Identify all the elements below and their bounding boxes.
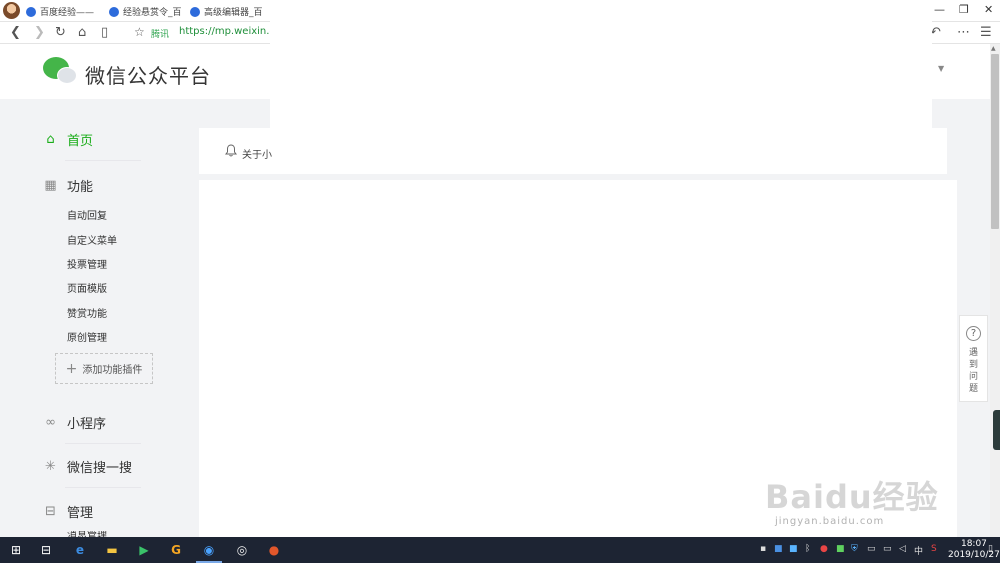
nav-wechat-search[interactable]: ✳ 微信搜一搜	[43, 457, 132, 476]
nav-original-manage[interactable]: 原创管理	[67, 329, 107, 344]
nav-reward[interactable]: 赞赏功能	[67, 305, 107, 320]
media-player-icon[interactable]: ▶	[134, 540, 154, 560]
scrollbar[interactable]: ▲	[990, 44, 1000, 537]
divider	[65, 443, 141, 444]
user-avatar[interactable]	[3, 2, 20, 19]
shield-icon[interactable]: ⛨	[851, 544, 858, 554]
divider	[65, 160, 141, 161]
link-icon: ∞	[45, 415, 56, 430]
more-icon[interactable]: ⋯	[957, 25, 970, 40]
nav-home[interactable]: ⌂ 首页	[43, 130, 93, 149]
scroll-up-icon[interactable]: ▲	[991, 45, 996, 52]
browser-tab-3[interactable]: 高级编辑器_百	[190, 2, 270, 21]
inbox-icon: ⊟	[45, 504, 56, 519]
taskbar: ⊞ ⊟ e ▬ ▶ G ◉ ◎ ● ▪ ■ ■ ᛒ ● ■ ⛨ ▭ ▭ ◁ 中 …	[0, 537, 1000, 563]
refresh-icon[interactable]: ↻	[55, 25, 66, 40]
baidu-watermark: Baidu经验 jingyan.baidu.com	[765, 478, 939, 527]
notification-icon[interactable]: ▯	[988, 544, 993, 554]
back-icon[interactable]: ❮	[10, 25, 21, 40]
wechat-logo-icon	[43, 57, 77, 85]
ime-indicator[interactable]: 中	[914, 544, 923, 557]
tray-app-icon[interactable]: ■	[774, 544, 783, 554]
divider	[65, 487, 141, 488]
nav-auto-reply[interactable]: 自动回复	[67, 207, 107, 222]
scroll-thumb[interactable]	[991, 54, 999, 229]
tray-app-icon[interactable]: ▪	[760, 544, 766, 554]
notice-text: 关于小	[242, 150, 272, 161]
add-plugin-button[interactable]: + 添加功能插件	[55, 353, 153, 384]
chrome-icon[interactable]: ◎	[232, 540, 252, 560]
bell-icon	[225, 144, 237, 157]
volume-icon[interactable]: ◁	[899, 544, 906, 554]
question-icon: ?	[966, 326, 981, 341]
nav-custom-menu[interactable]: 自定义菜单	[67, 232, 117, 247]
site-tag: 腾讯	[151, 30, 170, 40]
bluetooth-icon[interactable]: ᛒ	[805, 544, 810, 554]
reader-icon[interactable]: ▯	[101, 25, 108, 40]
account-dropdown-icon[interactable]: ▼	[938, 64, 944, 73]
windows-start-icon[interactable]: ⊞	[6, 540, 26, 560]
grid-icon: ▦	[44, 178, 57, 193]
network-icon[interactable]: ▭	[883, 544, 892, 554]
sidebar: ⌂ 首页 ▦ 功能 自动回复 自定义菜单 投票管理 页面模版 赞赏功能 原创管理…	[0, 99, 196, 537]
file-explorer-icon[interactable]: ▬	[102, 540, 122, 560]
help-label: 遇到问题	[968, 348, 978, 394]
nav-features[interactable]: ▦ 功能	[43, 176, 93, 195]
tray-app-icon[interactable]: ●	[820, 544, 828, 554]
close-icon[interactable]: ✕	[984, 3, 993, 16]
restore-icon[interactable]: ❐	[959, 3, 969, 16]
powerpoint-icon[interactable]: ●	[264, 540, 284, 560]
sparkle-icon: ✳	[45, 459, 56, 474]
baidu-paw-icon	[26, 6, 36, 17]
g-app-icon[interactable]: G	[166, 540, 186, 560]
nav-mini-program[interactable]: ∞ 小程序	[43, 413, 106, 432]
nav-vote-manage[interactable]: 投票管理	[67, 256, 107, 271]
tray-app-icon[interactable]: ■	[836, 544, 845, 554]
baidu-paw-icon	[109, 6, 119, 17]
forward-icon[interactable]: ❯	[34, 25, 45, 40]
edge-icon[interactable]: e	[70, 540, 90, 560]
nav-manage[interactable]: ⊟ 管理	[43, 502, 93, 521]
tray-app-icon[interactable]: ▭	[867, 544, 876, 554]
plus-icon: +	[65, 360, 78, 377]
side-drawer-handle[interactable]	[993, 410, 1000, 450]
browser-app-icon[interactable]: ◉	[199, 540, 219, 560]
tray-app-icon[interactable]: ■	[789, 544, 798, 554]
popup-overlay	[270, 0, 932, 128]
brand-title: 微信公众平台	[85, 64, 211, 88]
home-icon: ⌂	[46, 132, 55, 147]
browser-tab-1[interactable]: 百度经验——	[26, 2, 106, 21]
baidu-paw-icon	[190, 6, 200, 17]
minimize-icon[interactable]: —	[934, 3, 945, 16]
help-button[interactable]: ? 遇到问题	[959, 315, 988, 402]
task-view-icon[interactable]: ⊟	[36, 540, 56, 560]
menu-icon[interactable]: ☰	[980, 25, 992, 40]
home-icon[interactable]: ⌂	[78, 25, 86, 40]
nav-page-template[interactable]: 页面模版	[67, 280, 107, 295]
favorite-star-icon[interactable]: ☆	[134, 25, 145, 39]
notice-bar[interactable]: 关于小	[199, 128, 947, 174]
browser-tab-2[interactable]: 经验悬赏令_百	[109, 2, 189, 21]
sogou-icon[interactable]: S	[931, 544, 937, 554]
